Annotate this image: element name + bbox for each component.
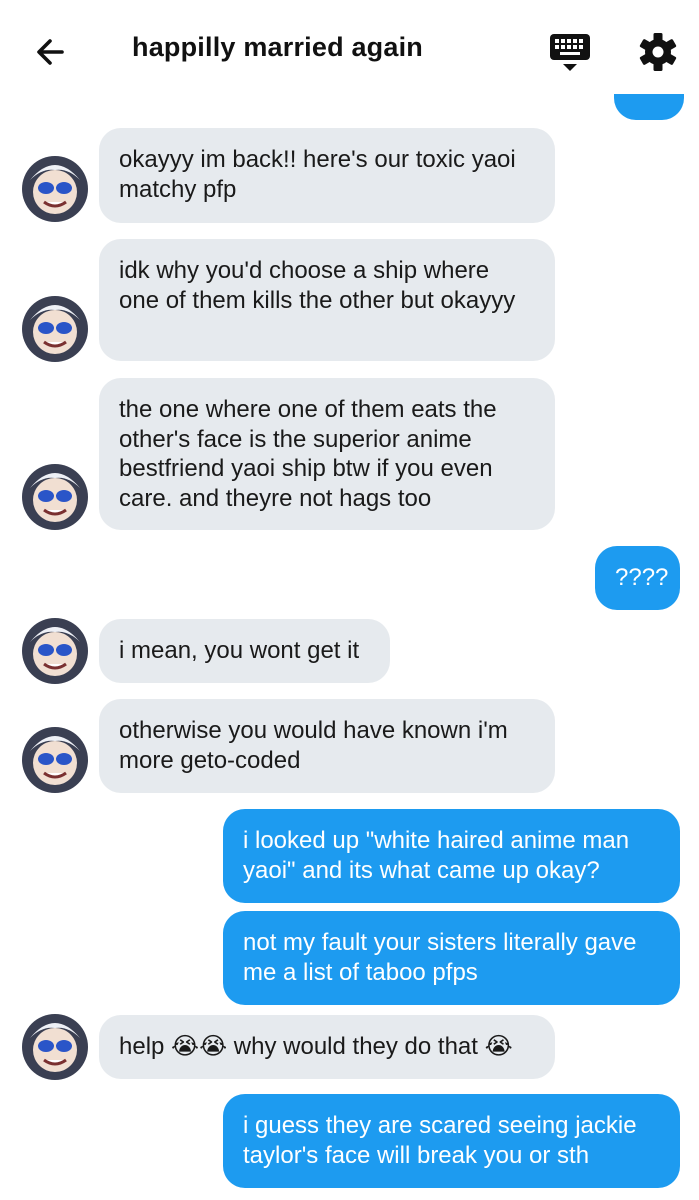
message-bubble-incoming[interactable]: okayyy im back!! here's our toxic yaoi m…: [99, 128, 555, 223]
message-bubble-outgoing[interactable]: [614, 94, 684, 120]
message-bubble-incoming[interactable]: idk why you'd choose a ship where one of…: [99, 239, 555, 361]
avatar[interactable]: [22, 464, 88, 530]
message-bubble-outgoing[interactable]: i looked up "white haired anime man yaoi…: [223, 809, 680, 903]
message-bubble-incoming[interactable]: help 😭😭 why would they do that 😭: [99, 1015, 555, 1079]
message-bubble-incoming[interactable]: the one where one of them eats the other…: [99, 378, 555, 530]
chat-title: happilly married again: [132, 32, 423, 62]
message-bubble-outgoing[interactable]: not my fault your sisters literally gave…: [223, 911, 680, 1005]
arrow-left-icon[interactable]: [30, 30, 74, 74]
keyboard-icon[interactable]: [548, 28, 592, 74]
message-bubble-outgoing[interactable]: i guess they are scared seeing jackie ta…: [223, 1094, 680, 1188]
gear-icon[interactable]: [636, 30, 680, 74]
message-bubble-incoming[interactable]: i mean, you wont get it: [99, 619, 390, 683]
message-bubble-outgoing[interactable]: ????: [595, 546, 680, 610]
avatar[interactable]: [22, 1014, 88, 1080]
avatar[interactable]: [22, 156, 88, 222]
message-bubble-incoming[interactable]: otherwise you would have known i'm more …: [99, 699, 555, 793]
avatar[interactable]: [22, 296, 88, 362]
chat-header: happilly married again: [0, 0, 699, 100]
avatar[interactable]: [22, 618, 88, 684]
avatar[interactable]: [22, 727, 88, 793]
